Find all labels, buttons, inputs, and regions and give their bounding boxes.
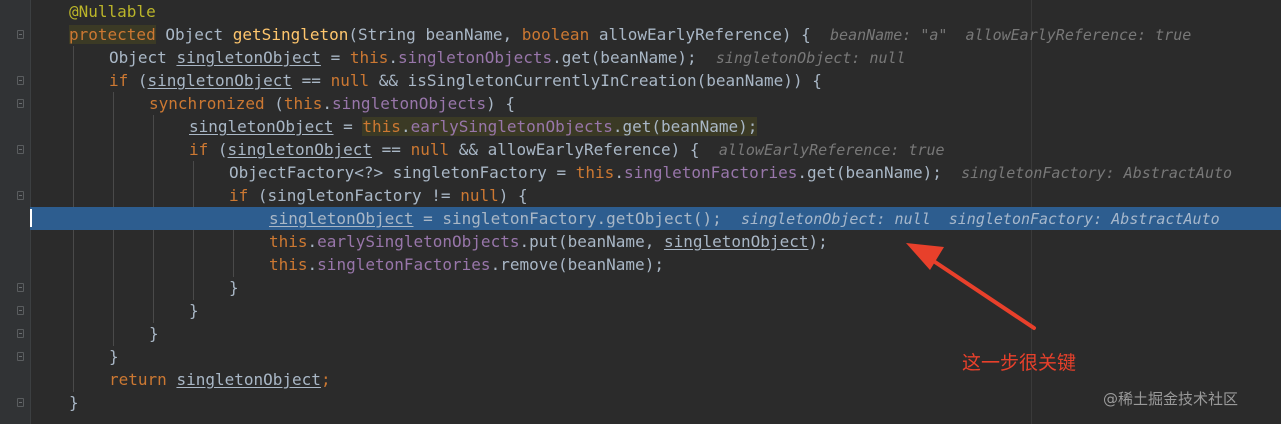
red-arrow-icon bbox=[906, 243, 1036, 330]
code-editor[interactable]: @Nullable protected Object getSingleton(… bbox=[0, 0, 1281, 424]
arrow-shaft bbox=[924, 254, 1036, 330]
watermark: @稀土掘金技术社区 bbox=[1103, 390, 1239, 408]
annotation-note: 这一步很关键 bbox=[962, 352, 1077, 374]
